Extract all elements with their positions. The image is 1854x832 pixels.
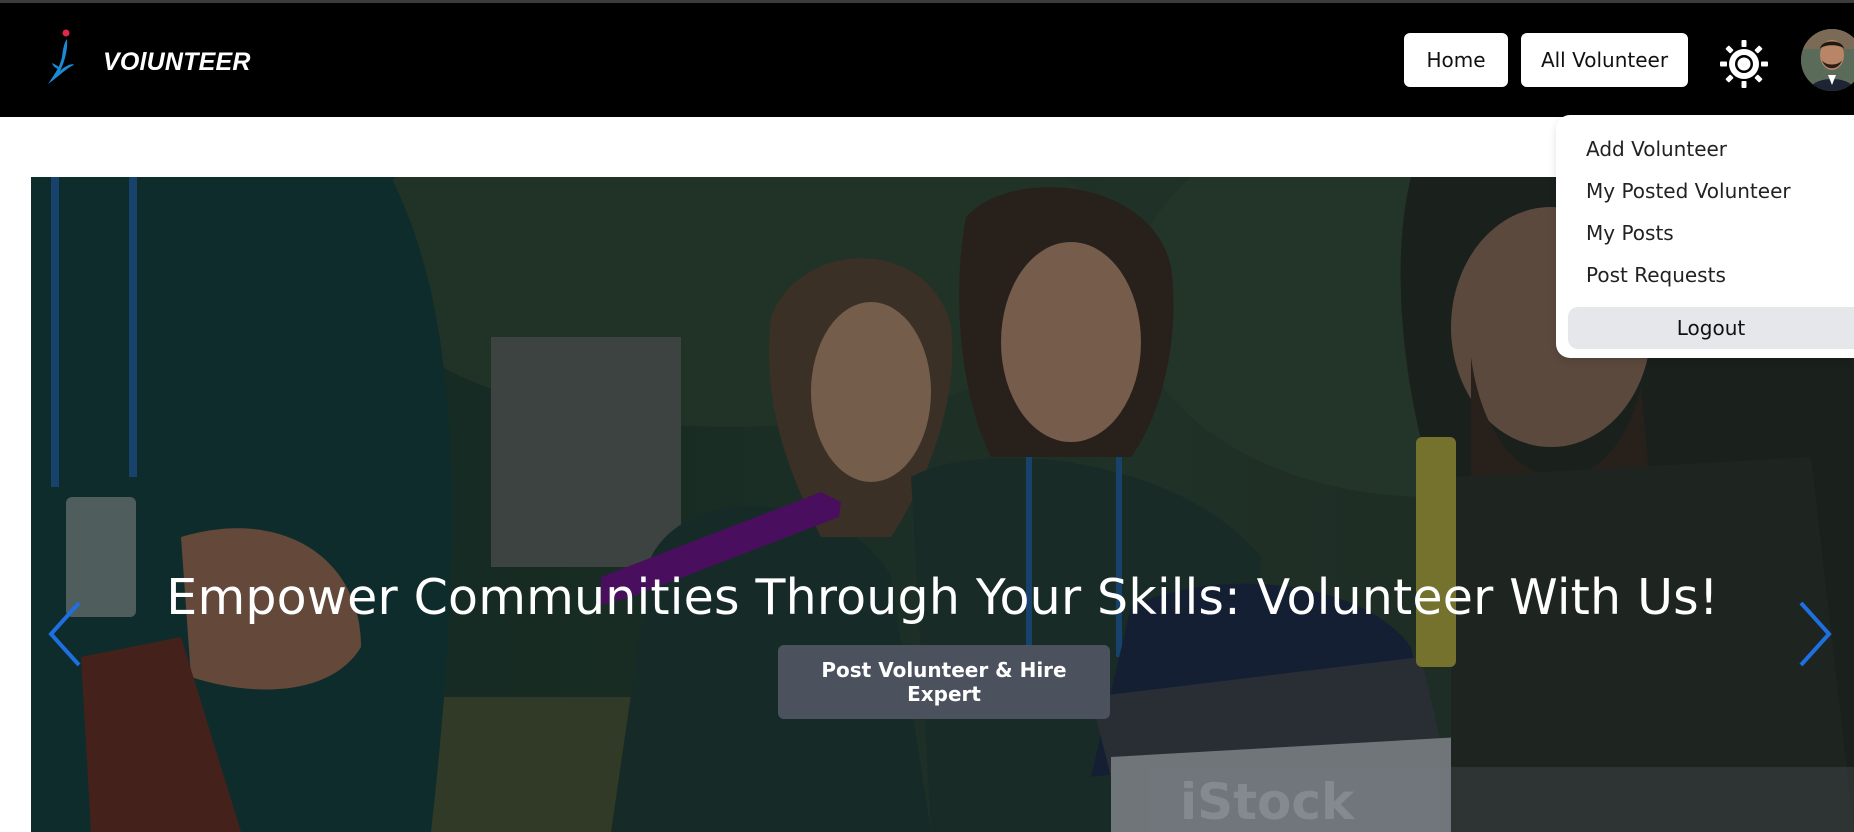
brand-name[interactable]: VOlUNTEER: [103, 48, 251, 77]
post-volunteer-button[interactable]: Post Volunteer & Hire Expert: [778, 645, 1110, 719]
profile-dropdown-menu: Add Volunteer My Posted Volunteer My Pos…: [1556, 115, 1854, 358]
navbar: VOlUNTEER Home All Volunteer: [0, 3, 1854, 117]
stock-watermark: iStock: [1150, 767, 1854, 832]
menu-item-post-requests[interactable]: Post Requests: [1586, 263, 1726, 287]
menu-item-my-posted-volunteer[interactable]: My Posted Volunteer: [1586, 179, 1791, 203]
menu-item-my-posts[interactable]: My Posts: [1586, 221, 1674, 245]
logo-icon[interactable]: [40, 27, 80, 87]
hero-title: Empower Communities Through Your Skills:…: [166, 569, 1719, 626]
sun-icon[interactable]: [1718, 38, 1770, 90]
menu-item-add-volunteer[interactable]: Add Volunteer: [1586, 137, 1727, 161]
home-button[interactable]: Home: [1404, 33, 1508, 87]
avatar[interactable]: [1801, 29, 1854, 91]
logout-button[interactable]: Logout: [1568, 307, 1854, 349]
avatar-image: [1801, 29, 1854, 91]
all-volunteer-button[interactable]: All Volunteer: [1521, 33, 1688, 87]
